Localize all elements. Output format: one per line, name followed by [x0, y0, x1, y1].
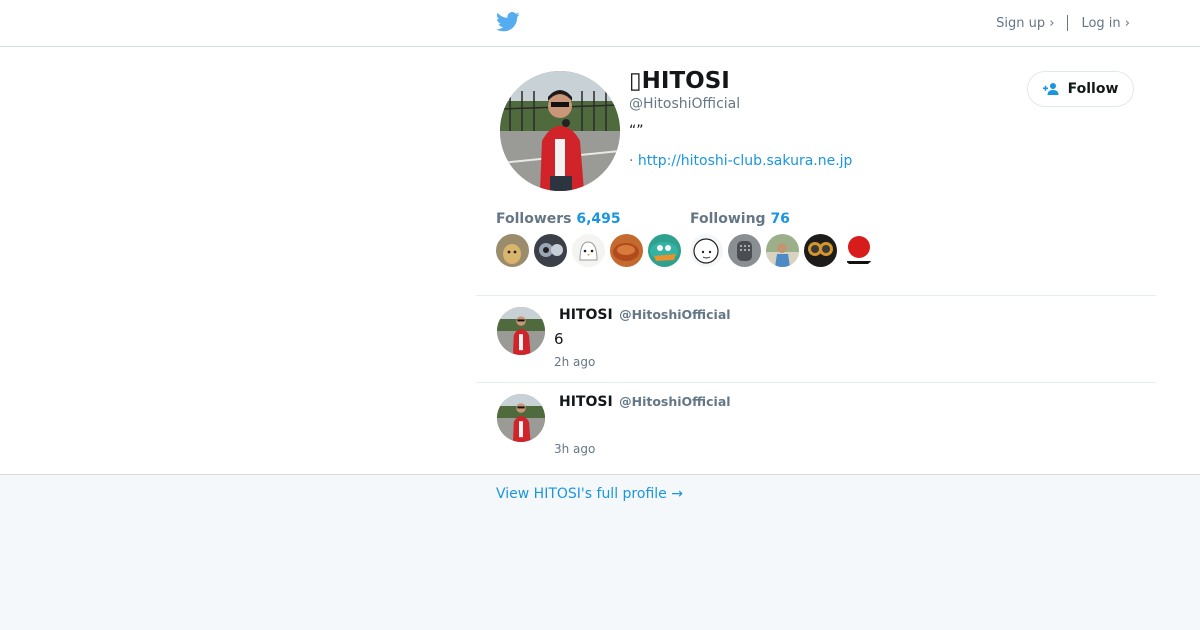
following-avatar[interactable]	[728, 234, 761, 267]
auth-links: Sign up › Log in ›	[996, 15, 1130, 31]
profile-url-row: · http://hitoshi-club.sakura.ne.jp	[629, 153, 852, 169]
follower-avatar[interactable]	[648, 234, 681, 267]
log-in-link[interactable]: Log in ›	[1081, 16, 1130, 31]
twitter-bird-icon[interactable]	[496, 12, 520, 32]
following-avatars	[690, 234, 875, 267]
followers-count: 6,495	[576, 211, 621, 227]
tweet-author-name[interactable]: HITOSI	[559, 394, 613, 410]
following-label: Following	[690, 211, 766, 227]
profile-handle: @HitoshiOfficial	[629, 96, 741, 112]
profile-photo	[500, 71, 620, 191]
view-full-profile-link[interactable]: View HITOSI's full profile →	[496, 486, 683, 502]
tweet[interactable]: HITOSI @HitoshiOfficial 3h ago	[476, 382, 1156, 470]
tweet-text: 6	[554, 330, 564, 348]
follower-avatar[interactable]	[610, 234, 643, 267]
tweet-author-handle[interactable]: @HitoshiOfficial	[619, 307, 730, 322]
tweet-timestamp[interactable]: 3h ago	[554, 442, 595, 456]
name-text: HITOSI	[641, 68, 730, 94]
name-glyph: ▯	[629, 68, 642, 94]
url-separator: ·	[629, 153, 634, 169]
tweet-header: HITOSI @HitoshiOfficial	[559, 307, 731, 323]
tweet-timestamp[interactable]: 2h ago	[554, 355, 595, 369]
tweet-header: HITOSI @HitoshiOfficial	[559, 394, 731, 410]
follower-avatar[interactable]	[572, 234, 605, 267]
sign-up-link[interactable]: Sign up ›	[996, 16, 1054, 31]
followers-avatars	[496, 234, 681, 267]
follow-label: Follow	[1067, 81, 1119, 97]
tweet[interactable]: HITOSI @HitoshiOfficial 6 2h ago	[476, 295, 1156, 383]
profile-card: ▯HITOSI @HitoshiOfficial “” · http://hit…	[0, 47, 1200, 475]
follow-button[interactable]: Follow	[1027, 71, 1134, 107]
followers-stat[interactable]: Followers 6,495	[496, 211, 621, 227]
following-stat[interactable]: Following 76	[690, 211, 790, 227]
tweet-author-handle[interactable]: @HitoshiOfficial	[619, 394, 730, 409]
tweet-avatar-photo	[497, 394, 545, 442]
profile-url-link[interactable]: http://hitoshi-club.sakura.ne.jp	[638, 153, 853, 169]
follower-avatar[interactable]	[534, 234, 567, 267]
following-avatar[interactable]	[804, 234, 837, 267]
following-avatar[interactable]	[842, 234, 875, 267]
tweet-avatar[interactable]	[497, 394, 545, 442]
profile-bio: “”	[629, 123, 644, 139]
add-user-icon	[1042, 83, 1059, 95]
following-count: 76	[770, 211, 790, 227]
follower-avatar[interactable]	[496, 234, 529, 267]
following-avatar[interactable]	[690, 234, 723, 267]
following-avatar[interactable]	[766, 234, 799, 267]
profile-name: ▯HITOSI	[629, 68, 730, 94]
profile-avatar[interactable]	[500, 71, 620, 191]
top-bar: Sign up › Log in ›	[0, 0, 1200, 47]
tweet-avatar-photo	[497, 307, 545, 355]
tweet-avatar[interactable]	[497, 307, 545, 355]
tweet-author-name[interactable]: HITOSI	[559, 307, 613, 323]
followers-label: Followers	[496, 211, 572, 227]
divider	[1067, 15, 1069, 31]
